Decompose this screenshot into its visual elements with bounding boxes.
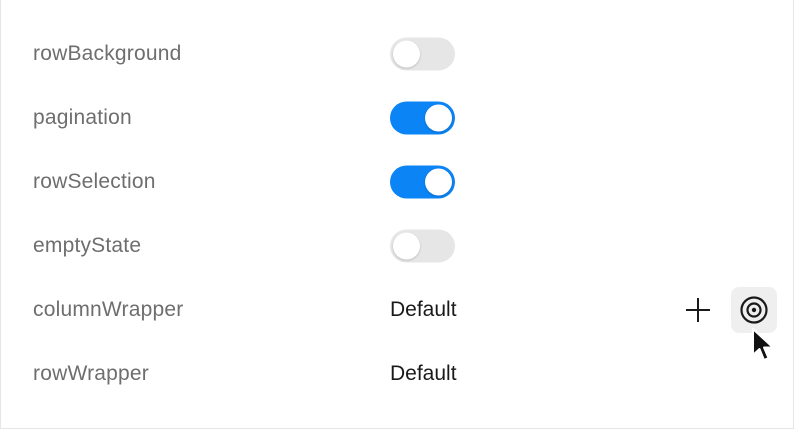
rowselection-toggle[interactable] <box>390 165 455 199</box>
plus-icon <box>686 298 710 322</box>
property-label: rowSelection <box>33 170 156 193</box>
property-row-columnwrapper: columnWrapper Default <box>1 287 793 333</box>
property-row-rowwrapper: rowWrapper Default <box>1 354 793 394</box>
property-row-emptystate: emptyState <box>1 226 793 266</box>
pagination-toggle[interactable] <box>390 101 455 135</box>
property-label: emptyState <box>33 234 142 257</box>
rowbackground-toggle[interactable] <box>390 37 455 71</box>
add-button[interactable] <box>675 287 721 333</box>
property-label: columnWrapper <box>33 298 184 321</box>
properties-panel: rowBackground pagination rowSelection em… <box>0 0 794 429</box>
emptystate-toggle[interactable] <box>390 229 455 263</box>
property-label: rowWrapper <box>33 362 149 385</box>
property-row-rowselection: rowSelection <box>1 162 793 202</box>
target-icon <box>740 296 768 324</box>
toggle-knob <box>425 168 452 196</box>
property-label: pagination <box>33 106 132 129</box>
toggle-knob <box>393 40 420 68</box>
columnwrapper-value[interactable]: Default <box>390 298 457 322</box>
toggle-knob <box>425 104 452 132</box>
property-row-pagination: pagination <box>1 98 793 138</box>
property-label: rowBackground <box>33 42 182 65</box>
target-button[interactable] <box>731 287 777 333</box>
toggle-knob <box>393 232 420 260</box>
property-row-rowbackground: rowBackground <box>1 34 793 74</box>
rowwrapper-value[interactable]: Default <box>390 362 457 386</box>
